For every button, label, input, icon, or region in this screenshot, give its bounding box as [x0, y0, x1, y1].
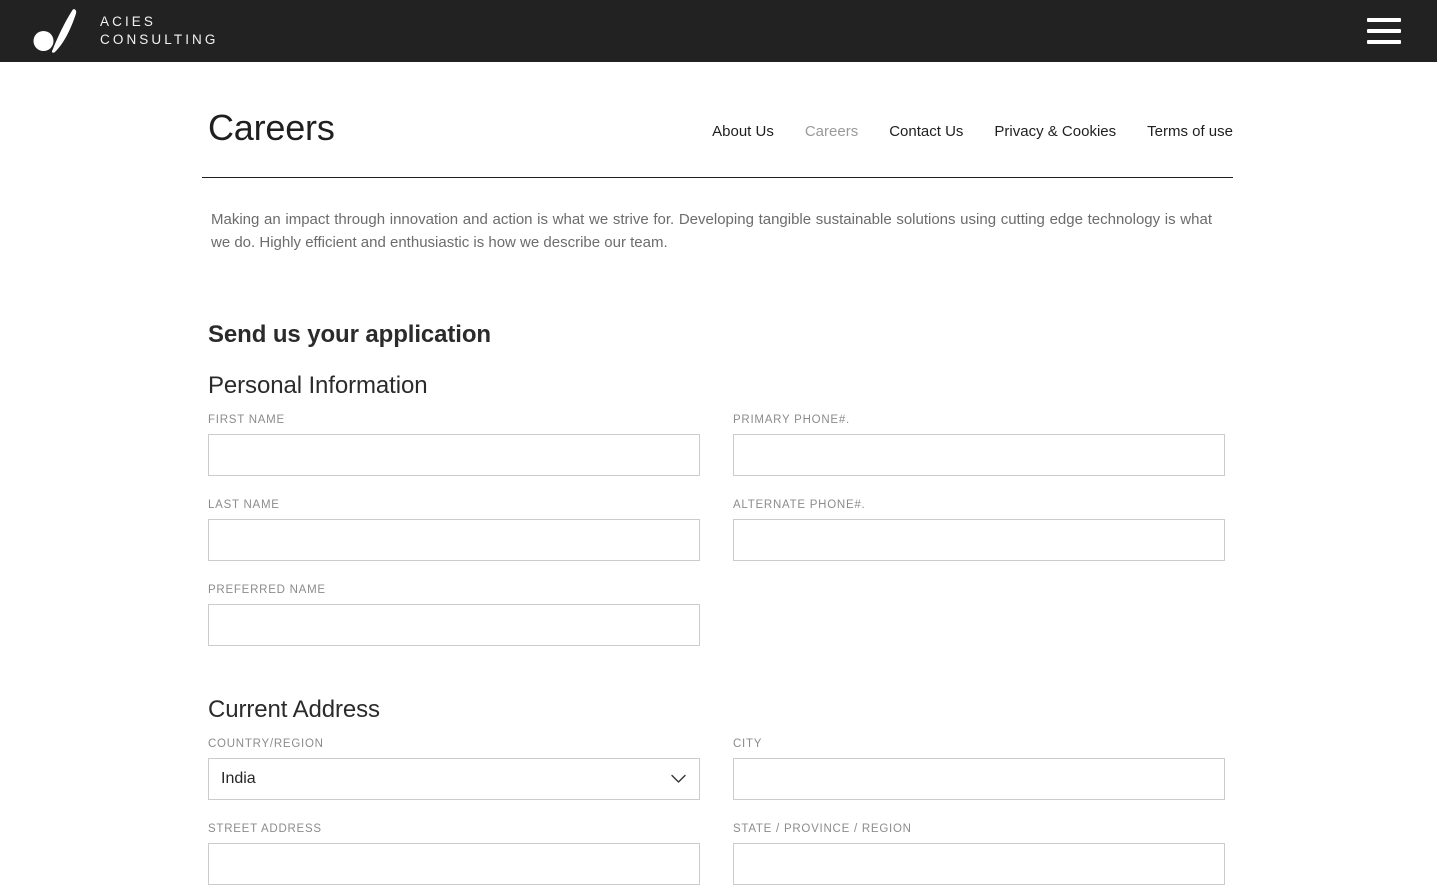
label-preferred-name: PREFERRED NAME: [208, 583, 326, 596]
label-street-address: STREET ADDRESS: [208, 822, 322, 835]
state-province-region-input[interactable]: [733, 842, 1225, 885]
personal-information-form: FIRST NAME PRIMARY PHONE#. LAST NAME ALT…: [202, 414, 1233, 646]
section-title-application: Send us your application: [208, 320, 491, 348]
subsection-title-current-address: Current Address: [208, 695, 380, 723]
field-alternate-phone: ALTERNATE PHONE#.: [733, 499, 1225, 561]
label-alternate-phone: ALTERNATE PHONE#.: [733, 498, 866, 511]
label-city: CITY: [733, 737, 763, 750]
field-preferred-name: PREFERRED NAME: [208, 584, 700, 646]
field-last-name: LAST NAME: [208, 499, 700, 561]
nav-item-terms-of-use[interactable]: Terms of use: [1147, 123, 1233, 140]
street-address-input[interactable]: [208, 842, 700, 885]
city-input[interactable]: [733, 757, 1225, 800]
page-content: Careers About Us Careers Contact Us Priv…: [0, 62, 1437, 885]
page-title: Careers: [208, 107, 335, 148]
site-header: ACIES CONSULTING: [0, 0, 1437, 62]
nav-item-about-us[interactable]: About Us: [712, 123, 774, 140]
current-address-form: COUNTRY/REGION India CITY STREET ADDRESS: [202, 738, 1233, 885]
primary-phone-input[interactable]: [733, 433, 1225, 476]
brand-wordmark: ACIES CONSULTING: [100, 13, 219, 50]
alternate-phone-input[interactable]: [733, 518, 1225, 561]
field-country-region: COUNTRY/REGION India: [208, 738, 700, 800]
page-header-row: Careers About Us Careers Contact Us Priv…: [202, 62, 1233, 146]
acies-swoosh-logo-icon: [30, 7, 86, 55]
hamburger-bar-3: [1367, 40, 1401, 44]
intro-paragraph: Making an impact through innovation and …: [211, 211, 1212, 251]
preferred-name-input[interactable]: [208, 603, 700, 646]
subsection-title-personal-information: Personal Information: [208, 371, 428, 399]
field-city: CITY: [733, 738, 1225, 800]
brand-logo[interactable]: ACIES CONSULTING: [20, 0, 219, 62]
hamburger-menu-icon[interactable]: [1367, 18, 1401, 44]
secondary-nav: About Us Careers Contact Us Privacy & Co…: [712, 123, 1233, 146]
label-last-name: LAST NAME: [208, 498, 280, 511]
field-state-province-region: STATE / PROVINCE / REGION: [733, 823, 1225, 885]
label-first-name: FIRST NAME: [208, 413, 285, 426]
brand-line-2: CONSULTING: [100, 31, 219, 47]
header-divider: [202, 177, 1233, 178]
nav-item-contact-us[interactable]: Contact Us: [889, 123, 963, 140]
hamburger-bar-1: [1367, 18, 1401, 22]
brand-line-1: ACIES: [100, 13, 157, 29]
field-first-name: FIRST NAME: [208, 414, 700, 476]
field-spacer: [733, 584, 1225, 585]
label-country-region: COUNTRY/REGION: [208, 737, 324, 750]
nav-item-privacy-cookies[interactable]: Privacy & Cookies: [994, 123, 1116, 140]
field-primary-phone: PRIMARY PHONE#.: [733, 414, 1225, 476]
field-street-address: STREET ADDRESS: [208, 823, 700, 885]
country-region-select[interactable]: India: [208, 757, 700, 800]
first-name-input[interactable]: [208, 433, 700, 476]
label-state-province-region: STATE / PROVINCE / REGION: [733, 822, 912, 835]
hamburger-bar-2: [1367, 29, 1401, 33]
country-region-select-wrap: India: [208, 757, 700, 800]
label-primary-phone: PRIMARY PHONE#.: [733, 413, 850, 426]
nav-item-careers[interactable]: Careers: [805, 123, 858, 140]
last-name-input[interactable]: [208, 518, 700, 561]
